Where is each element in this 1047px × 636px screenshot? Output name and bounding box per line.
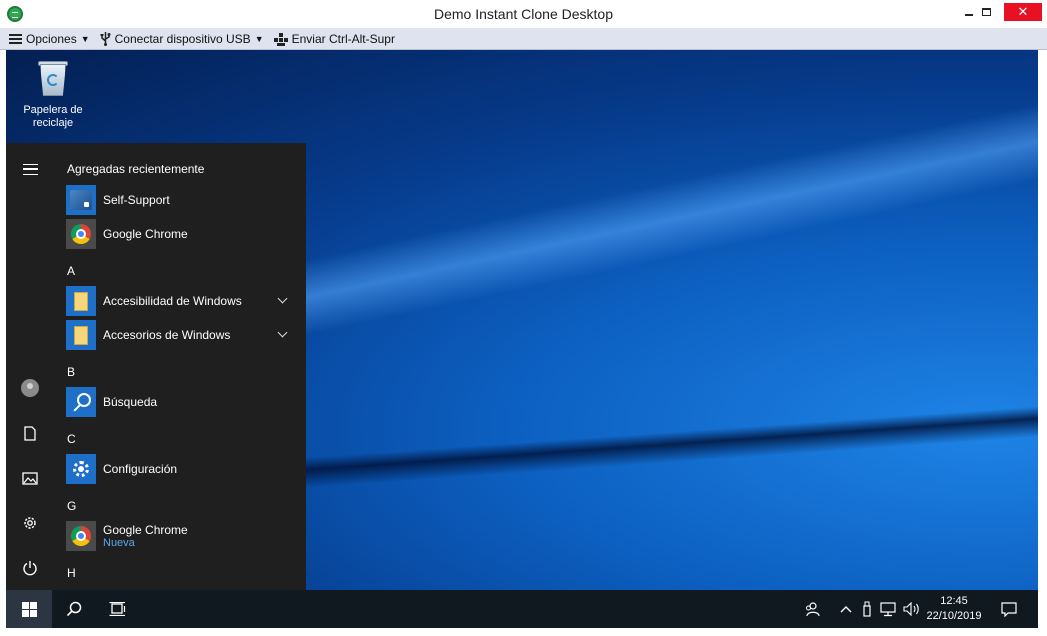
letter-header-g[interactable]: G [67,499,76,513]
options-menu[interactable]: Opciones ▼ [9,32,90,46]
new-badge: Nueva [103,537,135,549]
start-menu: Agregadas recientemente Self-Support Goo… [6,143,306,590]
power-button[interactable] [6,550,54,586]
close-button[interactable]: ✕ [1004,3,1042,21]
app-busqueda[interactable]: Búsqueda [66,387,294,417]
show-hidden-icons-button[interactable] [836,590,856,628]
app-google-chrome[interactable]: Google Chrome Nueva [66,521,294,551]
folder-icon [66,286,96,316]
options-label: Opciones [26,32,77,46]
usb-icon [100,32,111,46]
expand-menu-button[interactable] [6,151,54,187]
caret-down-icon: ▼ [80,34,90,44]
letter-header-b[interactable]: B [67,365,75,379]
window-title-bar: Demo Instant Clone Desktop ✕ [0,0,1047,29]
connect-usb-label: Conectar dispositivo USB [114,32,251,46]
caret-down-icon: ▼ [254,34,264,44]
usb-tray-button[interactable] [858,590,876,628]
app-list: Agregadas recientemente Self-Support Goo… [54,143,306,590]
clock-time: 12:45 [940,595,968,607]
taskbar: 12:45 22/10/2019 [6,590,1038,628]
windows-logo-icon [21,601,37,617]
maximize-icon [981,8,991,16]
clock[interactable]: 12:45 22/10/2019 [918,594,990,624]
clock-date: 22/10/2019 [926,610,982,622]
app-label: Accesibilidad de Windows [103,294,242,308]
chevron-down-icon [277,293,288,304]
search-icon [66,387,96,417]
recently-added-heading: Agregadas recientemente [67,162,205,176]
menu-icon [9,34,22,44]
app-label: Google Chrome [103,227,188,241]
search-icon [66,601,82,617]
connect-usb-menu[interactable]: Conectar dispositivo USB ▼ [100,32,264,46]
documents-icon [24,425,36,441]
window-frame-bottom [0,628,1047,636]
gear-icon [66,454,96,484]
settings-icon [24,517,36,529]
chrome-icon [66,521,96,551]
send-ctrl-alt-del-button[interactable]: Enviar Ctrl-Alt-Supr [273,32,395,46]
menu-icon [22,163,38,175]
app-google-chrome-recent[interactable]: Google Chrome [66,219,294,249]
app-label: Configuración [103,462,178,476]
app-accesibilidad-windows[interactable]: Accesibilidad de Windows [66,286,294,316]
app-label: Accesorios de Windows [103,328,231,342]
folder-icon [66,320,96,350]
task-view-icon [109,602,126,616]
keyboard-shortcut-icon [273,32,288,46]
recycle-bin-label: Papelera de reciclaje [23,104,83,129]
letter-header-h[interactable]: H [67,566,76,580]
recycle-bin-icon [36,58,70,98]
letter-header-c[interactable]: C [67,432,76,446]
window-frame-right [1038,50,1047,628]
close-icon: ✕ [1017,4,1029,19]
pictures-icon [22,471,38,485]
notifications-icon [1001,601,1017,617]
chevron-up-icon [840,606,852,613]
app-self-support[interactable]: Self-Support [66,185,294,215]
pictures-button[interactable] [6,460,54,496]
power-icon [23,561,37,576]
app-label: Google Chrome [103,523,188,537]
letter-header-a[interactable]: A [67,264,75,278]
documents-button[interactable] [6,415,54,451]
app-label: Self-Support [103,193,170,207]
chevron-down-icon [277,327,288,338]
window-title: Demo Instant Clone Desktop [434,6,613,22]
client-toolbar: Opciones ▼ Conectar dispositivo USB ▼ En… [0,29,1047,50]
search-button[interactable] [52,590,96,628]
maximize-button[interactable] [966,0,1006,24]
user-icon [21,379,39,397]
recycle-bin-shortcut[interactable]: Papelera de reciclaje [18,58,88,130]
self-support-icon [66,185,96,215]
ctrl-alt-del-label: Enviar Ctrl-Alt-Supr [291,32,395,46]
network-icon [880,601,896,616]
app-configuracion[interactable]: Configuración [66,454,294,484]
people-button[interactable] [800,590,824,628]
app-accesorios-windows[interactable]: Accesorios de Windows [66,320,294,350]
app-label: Búsqueda [103,395,158,409]
start-menu-rail [6,143,54,590]
settings-button[interactable] [6,505,54,541]
usb-icon [863,601,871,617]
people-icon [806,602,820,617]
task-view-button[interactable] [96,590,140,628]
start-button[interactable] [6,590,52,628]
action-center-button[interactable] [996,590,1022,628]
chrome-icon [66,219,96,249]
account-button[interactable] [6,370,54,406]
network-button[interactable] [878,590,900,628]
